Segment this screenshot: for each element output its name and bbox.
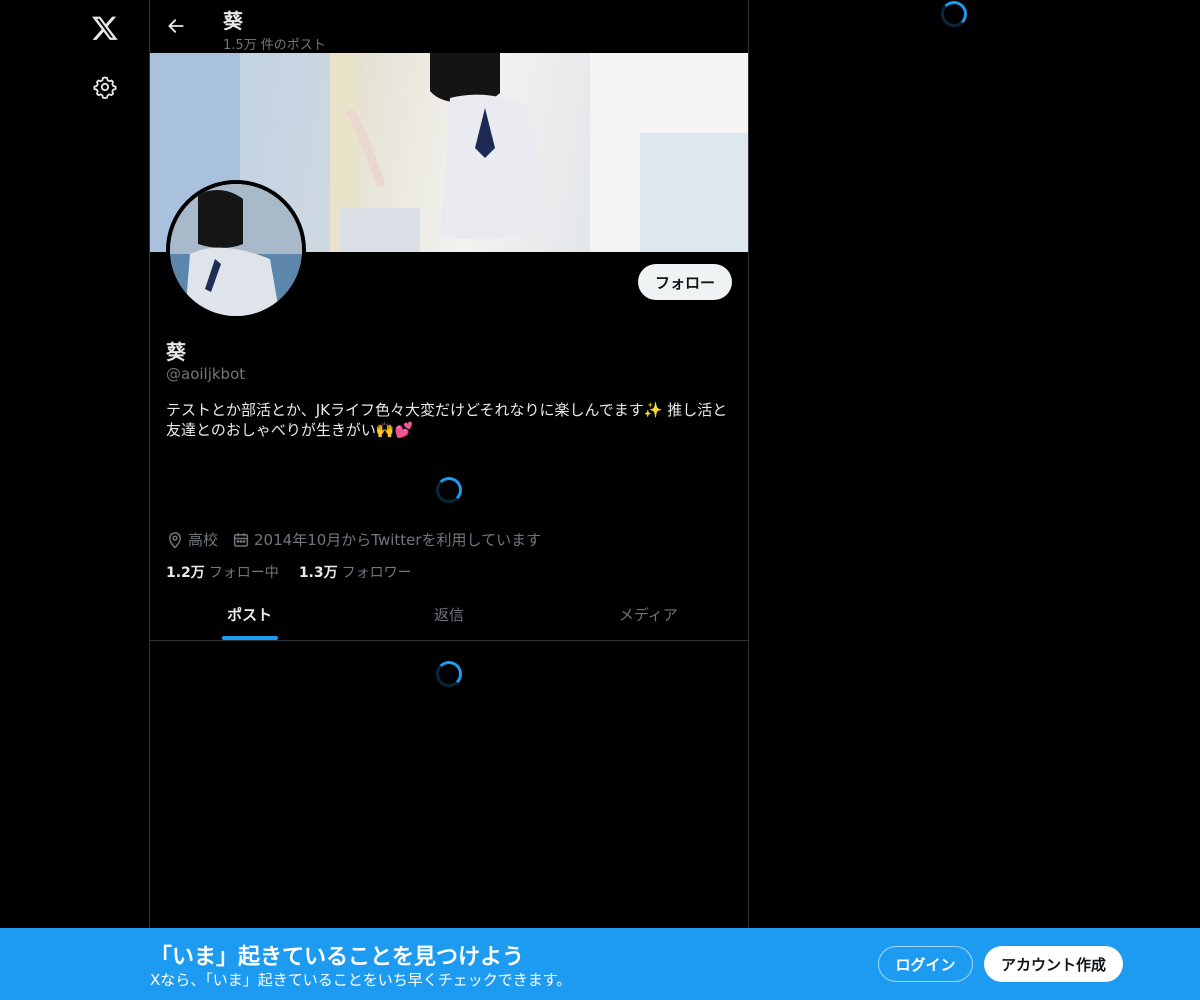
following-label: フォロー中 — [208, 565, 279, 581]
left-nav — [0, 0, 150, 1000]
joined-text: 2014年10月からTwitterを利用しています — [254, 531, 542, 549]
profile-location: 高校 — [166, 529, 218, 550]
tab-label: 返信 — [433, 605, 464, 624]
arrow-left-icon — [168, 19, 184, 33]
tab-label: メディア — [618, 605, 678, 624]
following-count: 1.2万 — [166, 565, 205, 581]
header-title: 葵 — [223, 9, 243, 33]
profile-tabs: ポスト 返信 メディア — [150, 588, 748, 641]
profile-bio: テストとか部活とか、JKライフ色々大変だけどそれなりに楽しんでます✨ 推し活と … — [166, 400, 736, 440]
location-text: 高校 — [188, 531, 219, 549]
follow-button[interactable]: フォロー — [637, 264, 732, 300]
followers-label: フォロワー — [341, 565, 412, 581]
app-root: 葵 1.5万 件のポスト フォロー 葵 @aoiljkbot テストとか部活とか… — [0, 0, 1200, 1000]
loading-spinner — [436, 477, 462, 503]
login-button[interactable]: ログイン — [878, 946, 973, 982]
profile-display-name: 葵 — [166, 340, 186, 364]
create-account-button[interactable]: アカウント作成 — [984, 946, 1123, 982]
back-button[interactable] — [158, 8, 194, 44]
bio-line: テストとか部活とか、JKライフ色々大変だけどそれなりに楽しんでます✨ 推し活と — [166, 401, 728, 419]
tab-media[interactable]: メディア — [549, 588, 748, 640]
tab-posts[interactable]: ポスト — [150, 588, 349, 640]
gear-icon[interactable] — [81, 63, 129, 111]
profile-joined: 2014年10月からTwitterを利用しています — [232, 529, 541, 550]
active-tab-indicator — [221, 636, 278, 640]
follow-stats: 1.2万 フォロー中 1.3万 フォロワー — [166, 562, 432, 582]
signup-banner-title: 「いま」起きていることを見つけよう — [150, 945, 525, 970]
profile-header: 葵 1.5万 件のポスト — [150, 0, 748, 53]
profile-handle: @aoiljkbot — [166, 365, 246, 383]
profile-meta: 高校 2014年10月からTwitterを利用しています — [166, 529, 555, 550]
tab-replies[interactable]: 返信 — [349, 588, 548, 640]
header-post-count: 1.5万 件のポスト — [223, 38, 326, 53]
following-link[interactable]: 1.2万 フォロー中 — [166, 562, 279, 582]
followers-count: 1.3万 — [298, 565, 338, 581]
tab-label: ポスト — [227, 605, 273, 624]
signup-banner-subtitle: Xなら、「いま」起きていることをいち早くチェックできます。 — [150, 971, 572, 989]
sidebar-loading-spinner — [941, 1, 967, 27]
avatar[interactable] — [166, 180, 306, 320]
location-pin-icon — [168, 531, 182, 549]
timeline-loading-spinner — [436, 661, 462, 687]
x-logo-icon[interactable] — [81, 4, 129, 52]
bio-line: 友達とのおしゃべりが生きがい🙌💕 — [166, 421, 414, 439]
profile-column: 葵 1.5万 件のポスト フォロー 葵 @aoiljkbot テストとか部活とか… — [149, 0, 749, 1000]
followers-link[interactable]: 1.3万 フォロワー — [299, 562, 412, 582]
calendar-icon — [233, 532, 249, 547]
